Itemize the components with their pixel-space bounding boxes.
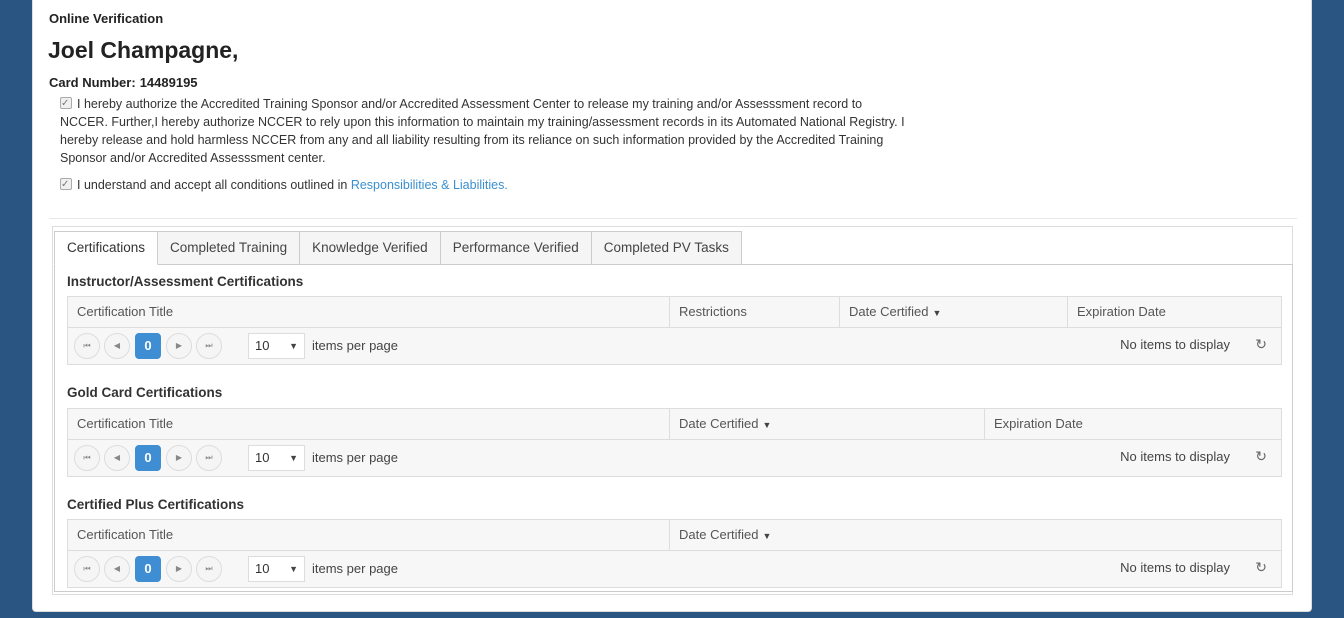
sort-desc-icon: ▼ [762,531,772,541]
authorize-consent: I hereby authorize the Accredited Traini… [60,95,910,167]
section-title: Instructor/Assessment Certifications [67,274,304,289]
column-header-label: Date Certified [849,304,929,319]
tab-bar: Certifications Completed Training Knowle… [54,231,742,265]
refresh-icon[interactable]: ↻ [1255,336,1267,353]
sort-desc-icon: ▼ [932,308,942,318]
tab-certifications[interactable]: Certifications [54,231,159,265]
accept-consent: I understand and accept all conditions o… [60,176,508,194]
cardholder-name: Joel Champagne, [48,37,239,63]
current-page-button[interactable]: 0 [135,445,161,471]
prev-page-icon[interactable]: ◀ [104,445,130,471]
divider [49,218,1297,219]
tab-completed-training[interactable]: Completed Training [157,231,301,265]
page-label: Online Verification [49,11,164,26]
column-header[interactable]: Expiration Date [1067,297,1281,327]
refresh-icon[interactable]: ↻ [1255,559,1267,576]
next-page-icon[interactable]: ▶ [166,556,192,582]
grid-pager: ⏮ ◀ 0 ▶ ⏭ 10 ▼ items per page No items to… [68,440,1281,476]
chevron-down-icon: ▼ [289,453,298,463]
column-header-sortable[interactable]: Date Certified ▼ [839,297,1067,327]
grid-status: No items to display [1120,449,1230,464]
column-header-label: Date Certified [679,416,759,431]
last-page-icon[interactable]: ⏭ [196,445,222,471]
accept-checkbox[interactable] [60,176,72,194]
next-page-icon[interactable]: ▶ [166,333,192,359]
column-header[interactable]: Expiration Date [984,409,1281,439]
card-number-label: Card Number: [49,75,136,90]
tab-knowledge-verified[interactable]: Knowledge Verified [299,231,441,265]
column-header-sortable[interactable]: Date Certified ▼ [669,409,984,439]
column-header[interactable]: Certification Title [68,409,669,439]
gold-card-certifications-grid: Certification Title Date Certified ▼ Expi… [67,408,1282,477]
first-page-icon[interactable]: ⏮ [74,556,100,582]
grid-pager: ⏮ ◀ 0 ▶ ⏭ 10 ▼ items per page No items to… [68,328,1281,364]
last-page-icon[interactable]: ⏭ [196,333,222,359]
chevron-down-icon: ▼ [289,564,298,574]
sort-desc-icon: ▼ [762,420,772,430]
column-header[interactable]: Certification Title [68,520,669,550]
tab-completed-pv-tasks[interactable]: Completed PV Tasks [590,231,742,265]
certifications-panel: Instructor/Assessment Certifications Cer… [54,264,1293,592]
refresh-icon[interactable]: ↻ [1255,448,1267,465]
grid-header: Certification Title Restrictions Date Ce… [68,297,1281,328]
chevron-down-icon: ▼ [289,341,298,351]
grid-status: No items to display [1120,560,1230,575]
first-page-icon[interactable]: ⏮ [74,445,100,471]
column-header-sortable[interactable]: Date Certified ▼ [669,520,1281,550]
card-number-row: Card Number: 14489195 [49,75,198,90]
column-header-label: Date Certified [679,527,759,542]
page-size-value: 10 [255,338,270,353]
authorize-text: I hereby authorize the Accredited Traini… [60,97,905,165]
verification-card: Online Verification Joel Champagne, Card… [32,0,1312,612]
column-header[interactable]: Certification Title [68,297,669,327]
page-size-value: 10 [255,561,270,576]
current-page-button[interactable]: 0 [135,333,161,359]
section-title: Gold Card Certifications [67,385,223,400]
grid-status: No items to display [1120,337,1230,352]
page-size-value: 10 [255,450,270,465]
page-size-select[interactable]: 10 ▼ [248,333,305,359]
page-size-select[interactable]: 10 ▼ [248,445,305,471]
prev-page-icon[interactable]: ◀ [104,556,130,582]
grid-header: Certification Title Date Certified ▼ Expi… [68,409,1281,440]
page-size-select[interactable]: 10 ▼ [248,556,305,582]
prev-page-icon[interactable]: ◀ [104,333,130,359]
current-page-button[interactable]: 0 [135,556,161,582]
certified-plus-certifications-grid: Certification Title Date Certified ▼ ⏮ ◀ … [67,519,1282,588]
tab-performance-verified[interactable]: Performance Verified [439,231,592,265]
first-page-icon[interactable]: ⏮ [74,333,100,359]
items-per-page-label: items per page [312,338,398,353]
last-page-icon[interactable]: ⏭ [196,556,222,582]
accept-text: I understand and accept all conditions o… [77,178,348,192]
items-per-page-label: items per page [312,450,398,465]
card-number-value: 14489195 [139,75,198,90]
grid-pager: ⏮ ◀ 0 ▶ ⏭ 10 ▼ items per page No items to… [68,551,1281,587]
tab-strip: Certifications Completed Training Knowle… [52,226,1293,595]
responsibilities-link[interactable]: Responsibilities & Liabilities. [351,178,508,192]
instructor-certifications-grid: Certification Title Restrictions Date Ce… [67,296,1282,365]
section-title: Certified Plus Certifications [67,497,245,512]
authorize-checkbox[interactable] [60,95,72,113]
next-page-icon[interactable]: ▶ [166,445,192,471]
grid-header: Certification Title Date Certified ▼ [68,520,1281,551]
items-per-page-label: items per page [312,561,398,576]
column-header[interactable]: Restrictions [669,297,839,327]
